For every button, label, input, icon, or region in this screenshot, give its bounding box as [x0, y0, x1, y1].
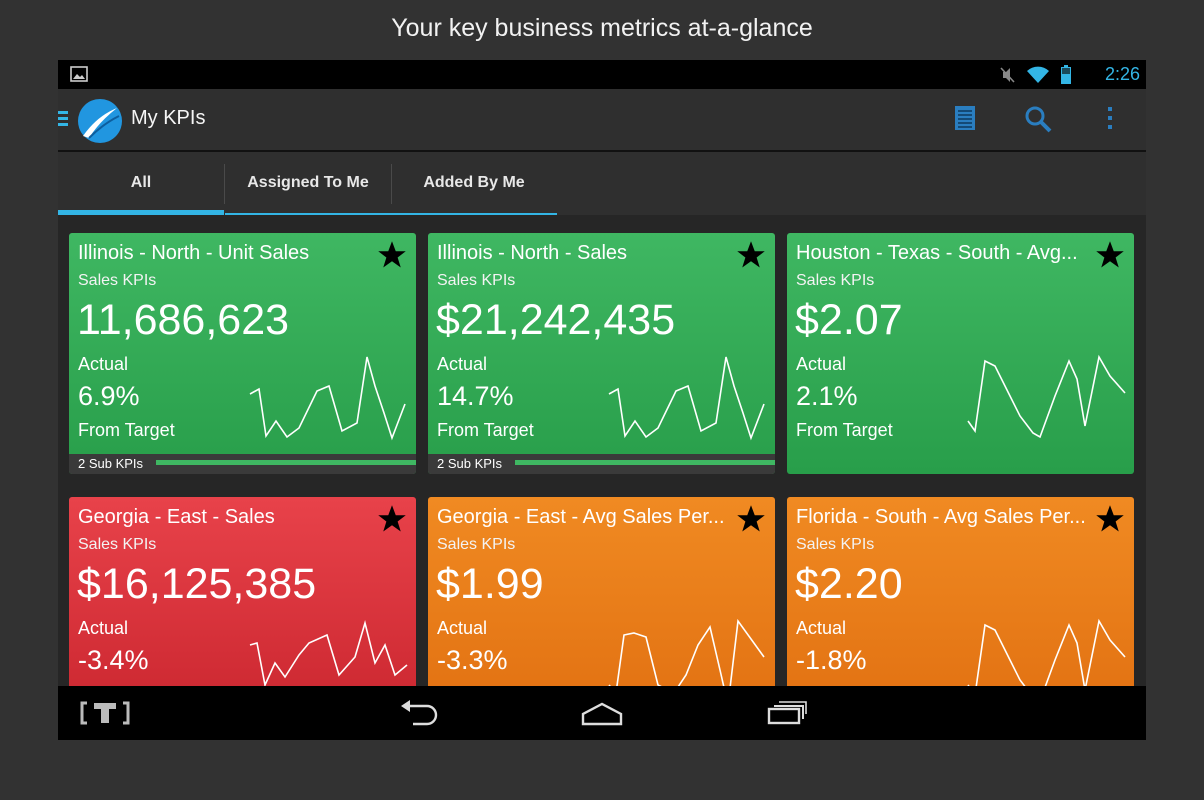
star-icon[interactable] [377, 504, 407, 539]
star-icon[interactable] [1095, 240, 1125, 275]
sub-kpi-indicator [156, 460, 416, 465]
kpi-percent: 6.9% [78, 381, 140, 411]
tab-bar: All Assigned To Me Added By Me [58, 152, 1146, 215]
status-time: 2:26 [1104, 64, 1140, 84]
kpi-value: $16,125,385 [77, 560, 317, 608]
kpi-grid: Illinois - North - Unit Sales Sales KPIs… [58, 215, 1146, 686]
battery-icon [1060, 65, 1072, 89]
star-icon[interactable] [736, 240, 766, 275]
report-icon[interactable] [954, 105, 976, 135]
promo-caption: Your key business metrics at-a-glance [391, 14, 813, 42]
kpi-category: Sales KPIs [78, 272, 157, 289]
kpi-card[interactable]: Illinois - North - Sales Sales KPIs $21,… [428, 233, 775, 474]
kpi-percent: -1.8% [796, 645, 867, 675]
sparkline [249, 619, 408, 686]
kpi-category: Sales KPIs [437, 272, 516, 289]
home-icon[interactable] [580, 700, 624, 730]
overflow-menu-icon[interactable] [1106, 105, 1114, 135]
kpi-actual-label: Actual [796, 618, 847, 638]
device-screen: 2:26 My KPIs All Assigned To Me Added By… [58, 60, 1146, 740]
recents-icon[interactable] [766, 700, 808, 730]
kpi-title: Houston - Texas - South - Avg... [796, 242, 1078, 264]
sub-kpi-bar[interactable]: 2 Sub KPIs [428, 454, 775, 474]
kpi-category: Sales KPIs [796, 536, 875, 553]
gallery-icon [70, 66, 88, 86]
sparkline [967, 354, 1126, 439]
sparkline [608, 356, 765, 441]
search-icon[interactable] [1024, 105, 1052, 137]
app-logo[interactable] [77, 98, 123, 148]
kpi-category: Sales KPIs [78, 536, 157, 553]
kpi-value: $21,242,435 [436, 296, 676, 344]
sub-kpi-label: 2 Sub KPIs [437, 456, 503, 471]
sparkline [249, 356, 406, 441]
sub-kpi-bar[interactable]: 2 Sub KPIs [69, 454, 416, 474]
kpi-actual-label: Actual [78, 618, 129, 638]
tibco-t-icon[interactable] [80, 700, 130, 730]
kpi-title: Georgia - East - Sales [78, 506, 275, 528]
kpi-actual-label: Actual [437, 618, 488, 638]
kpi-title: Illinois - North - Unit Sales [78, 242, 310, 264]
kpi-percent: 14.7% [437, 381, 514, 411]
kpi-title: Florida - South - Avg Sales Per... [796, 506, 1086, 528]
kpi-value: $2.07 [795, 296, 903, 344]
kpi-actual-label: Actual [796, 354, 847, 374]
star-icon[interactable] [736, 504, 766, 539]
tab-all[interactable]: All [58, 152, 224, 215]
kpi-percent: 2.1% [796, 381, 858, 411]
kpi-card[interactable]: Georgia - East - Avg Sales Per... Sales … [428, 497, 775, 686]
kpi-actual-label: Actual [78, 354, 129, 374]
kpi-category: Sales KPIs [796, 272, 875, 289]
kpi-target-label: From Target [437, 420, 534, 440]
status-bar: 2:26 [58, 60, 1146, 89]
kpi-percent: -3.4% [78, 645, 149, 675]
kpi-target-label: From Target [796, 420, 893, 440]
kpi-percent: -3.3% [437, 645, 508, 675]
kpi-card[interactable]: Houston - Texas - South - Avg... Sales K… [787, 233, 1134, 474]
kpi-category: Sales KPIs [437, 536, 516, 553]
navigation-bar [58, 686, 1146, 740]
sparkline [967, 618, 1126, 686]
tab-added-by-me[interactable]: Added By Me [391, 152, 557, 215]
wifi-icon [1026, 66, 1050, 88]
star-icon[interactable] [377, 240, 407, 275]
kpi-target-label: From Target [78, 420, 175, 440]
back-icon[interactable] [399, 700, 439, 730]
sparkline [608, 618, 765, 686]
kpi-value: 11,686,623 [77, 296, 290, 344]
kpi-card[interactable]: Illinois - North - Unit Sales Sales KPIs… [69, 233, 416, 474]
tab-assigned-to-me[interactable]: Assigned To Me [225, 152, 391, 215]
action-bar: My KPIs [58, 89, 1146, 152]
kpi-title: Illinois - North - Sales [437, 242, 628, 264]
kpi-card[interactable]: Florida - South - Avg Sales Per... Sales… [787, 497, 1134, 686]
sub-kpi-label: 2 Sub KPIs [78, 456, 144, 471]
drawer-icon[interactable] [58, 111, 68, 131]
star-icon[interactable] [1095, 504, 1125, 539]
kpi-value: $1.99 [436, 560, 544, 608]
kpi-actual-label: Actual [437, 354, 488, 374]
kpi-value: $2.20 [795, 560, 903, 608]
mute-icon [1000, 66, 1016, 88]
kpi-title: Georgia - East - Avg Sales Per... [437, 506, 725, 528]
kpi-card[interactable]: Georgia - East - Sales Sales KPIs $16,12… [69, 497, 416, 686]
page-title: My KPIs [131, 107, 206, 129]
sub-kpi-indicator [515, 460, 775, 465]
